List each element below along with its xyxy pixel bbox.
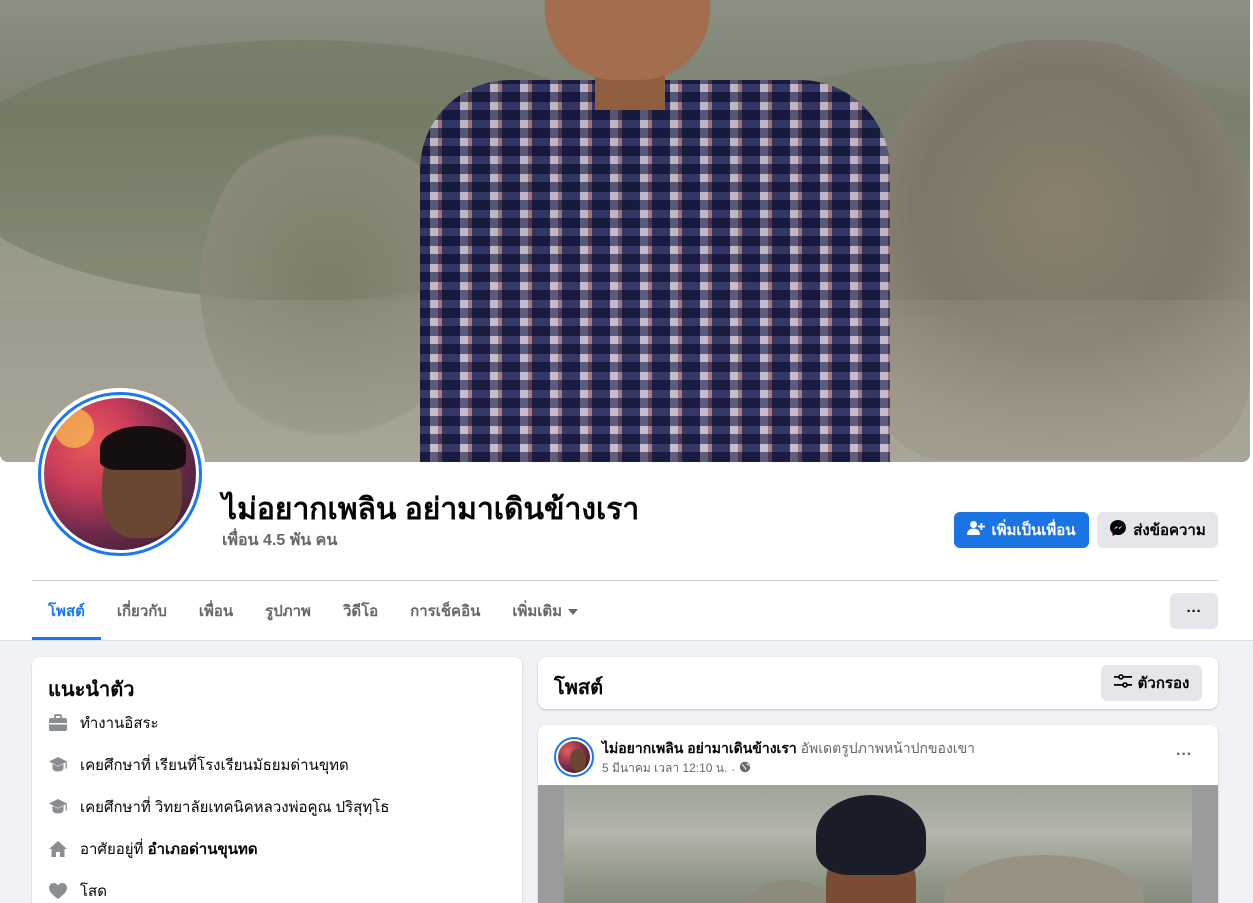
- friend-count[interactable]: เพื่อน 4.5 พัน คน: [222, 528, 337, 553]
- intro-item-location: อาศัยอยู่ที่ อำเภอด่านขุนทด: [48, 837, 258, 861]
- add-friend-label: เพิ่มเป็นเพื่อน: [991, 522, 1076, 539]
- intro-title: แนะนำตัว: [48, 679, 135, 701]
- avatar: [558, 741, 590, 773]
- tab-more[interactable]: เพิ่มเติม: [496, 582, 594, 640]
- more-options-button[interactable]: ···: [1170, 593, 1218, 629]
- intro-item-education: เคยศึกษาที่ เรียนที่โรงเรียนมัธยมด่านขุท…: [48, 753, 349, 777]
- post-photo-image: [564, 785, 1192, 903]
- intro-work-text: ทำงานอิสระ: [80, 715, 159, 732]
- more-icon: ···: [1186, 602, 1202, 620]
- message-label: ส่งข้อความ: [1133, 522, 1206, 539]
- profile-tabs: โพสต์ เกี่ยวกับ เพื่อน รูปภาพ วิดีโอ การ…: [32, 582, 594, 640]
- post-meta: 5 มีนาคม เวลา 12:10 น. ·: [602, 759, 751, 778]
- posts-header-card: โพสต์ ตัวกรอง: [538, 657, 1218, 709]
- add-person-icon: [967, 520, 986, 540]
- messenger-icon: [1109, 519, 1127, 541]
- intro-item-work: ทำงานอิสระ: [48, 711, 159, 735]
- post-timestamp[interactable]: 5 มีนาคม เวลา 12:10 น.: [602, 759, 727, 778]
- tab-checkins[interactable]: การเช็คอิน: [394, 582, 496, 640]
- header-divider: [32, 580, 1218, 581]
- post-photo[interactable]: [538, 785, 1218, 903]
- tab-posts[interactable]: โพสต์: [32, 582, 101, 640]
- filter-label: ตัวกรอง: [1137, 675, 1190, 692]
- meta-separator: ·: [731, 761, 736, 776]
- cover-photo[interactable]: [0, 0, 1250, 462]
- home-icon: [48, 839, 68, 859]
- intro-relationship-text: โสด: [80, 883, 107, 900]
- graduation-cap-icon: [48, 755, 68, 775]
- filter-icon: [1113, 674, 1132, 692]
- add-friend-button[interactable]: เพิ่มเป็นเพื่อน: [954, 512, 1089, 548]
- intro-education-text: เคยศึกษาที่ วิทยาลัยเทคนิคหลวงพ่อคูณ ปริ…: [80, 799, 390, 816]
- intro-location-text: อาศัยอยู่ที่ อำเภอด่านขุนทด: [80, 841, 258, 858]
- chevron-down-icon: [568, 609, 579, 615]
- intro-card: แนะนำตัว ทำงานอิสระ เคยศึกษาที่ เรียนที่…: [32, 657, 522, 903]
- tab-photos[interactable]: รูปภาพ: [249, 582, 327, 640]
- filter-button[interactable]: ตัวกรอง: [1101, 665, 1202, 701]
- post-more-button[interactable]: ···: [1170, 743, 1198, 767]
- tab-videos[interactable]: วิดีโอ: [327, 582, 394, 640]
- intro-item-relationship: โสด: [48, 879, 107, 903]
- tab-friends[interactable]: เพื่อน: [183, 582, 249, 640]
- intro-item-education: เคยศึกษาที่ วิทยาลัยเทคนิคหลวงพ่อคูณ ปริ…: [48, 795, 389, 819]
- post-avatar[interactable]: [554, 737, 594, 777]
- graduation-cap-icon: [48, 797, 68, 817]
- briefcase-icon: [48, 713, 68, 733]
- story-ring: [38, 392, 202, 556]
- tab-about[interactable]: เกี่ยวกับ: [101, 582, 183, 640]
- post-author-link[interactable]: ไม่อยากเพลิน อย่ามาเดินข้างเรา: [602, 740, 797, 756]
- posts-title: โพสต์: [554, 677, 604, 699]
- globe-icon: [739, 761, 751, 776]
- more-icon: ···: [1176, 746, 1192, 763]
- avatar: [44, 398, 196, 550]
- message-button[interactable]: ส่งข้อความ: [1097, 512, 1218, 548]
- cover-person-shirt: [420, 80, 890, 462]
- intro-education-text: เคยศึกษาที่ เรียนที่โรงเรียนมัธยมด่านขุท…: [80, 757, 349, 774]
- post-header: ไม่อยากเพลิน อย่ามาเดินข้างเรา อัพเดตรูป…: [602, 738, 975, 760]
- cover-person-face: [545, 0, 710, 80]
- profile-name: ไม่อยากเพลิน อย่ามาเดินข้างเรา: [222, 493, 640, 526]
- post-card: ไม่อยากเพลิน อย่ามาเดินข้างเรา อัพเดตรูป…: [538, 725, 1218, 903]
- heart-icon: [48, 881, 68, 901]
- post-action-text: อัพเดตรูปภาพหน้าปกของเขา: [800, 740, 975, 756]
- profile-picture[interactable]: [34, 388, 206, 560]
- location-link[interactable]: อำเภอด่านขุนทด: [148, 841, 258, 858]
